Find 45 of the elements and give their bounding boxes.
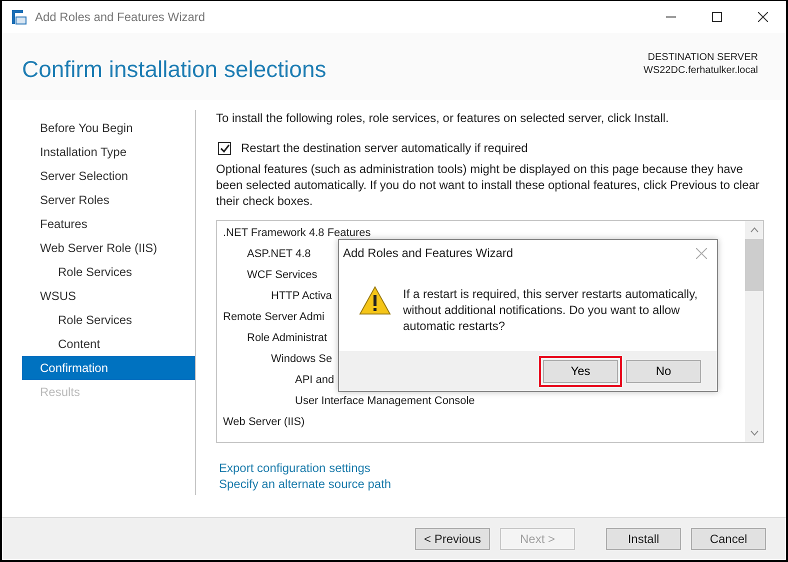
feature-item: WCF Services	[247, 268, 318, 282]
warning-icon	[359, 286, 391, 315]
page-title: Confirm installation selections	[22, 56, 326, 83]
link[interactable]: Specify an alternate source path	[219, 476, 392, 492]
link[interactable]: Export configuration settings	[219, 460, 370, 476]
sidebar-item[interactable]: Installation Type	[22, 140, 195, 164]
sidebar-item[interactable]: Role Services	[22, 308, 195, 332]
feature-item: ASP.NET 4.8	[247, 246, 311, 262]
app-icon	[11, 9, 27, 25]
scroll-thumb[interactable]	[745, 239, 763, 291]
destination-server: WS22DC.ferhatulker.local	[644, 64, 758, 76]
sidebar-item[interactable]: Features	[22, 212, 195, 236]
feature-item: Remote Server Admi	[223, 310, 324, 324]
close-icon	[758, 12, 768, 22]
intro-text: To install the following roles, role services, or features on selected server, click Install.	[216, 110, 670, 126]
feature-item: API and	[295, 372, 334, 388]
feature-item: .NET Framework 4.8 Features	[223, 226, 371, 240]
dialog-message: If a restart is required, this server restarts automatically, without additional notifications. Do you want to allow automatic restarts?	[403, 286, 699, 334]
feature-item: Web Server (IIS)	[223, 414, 305, 430]
sidebar-item[interactable]: Server Roles	[22, 188, 195, 212]
maximize-icon	[712, 12, 722, 22]
sidebar-item[interactable]: Confirmation	[22, 356, 195, 380]
wizard-button[interactable]: < Previous	[415, 528, 490, 550]
dialog-title: Add Roles and Features Wizard	[343, 246, 514, 260]
checkbox-label: Restart the destination server automatically if required	[241, 141, 528, 155]
close-icon[interactable]	[696, 248, 707, 258]
destination-label: DESTINATION SERVER	[648, 50, 758, 64]
sidebar-item[interactable]: Content	[22, 332, 195, 356]
feature-item: User Interface Management Console	[295, 394, 475, 408]
feature-item: Role Administrat	[247, 330, 328, 346]
dialog-button[interactable]: No	[626, 360, 701, 382]
dialog-button[interactable]: Yes	[543, 360, 618, 382]
sidebar-item[interactable]: Web Server Role (IIS)	[22, 236, 195, 260]
sidebar-item[interactable]: Before You Begin	[22, 116, 195, 140]
wizard-button[interactable]: Install	[606, 528, 681, 550]
wizard-button[interactable]: Cancel	[691, 528, 766, 550]
sidebar-item[interactable]: Role Services	[22, 260, 195, 284]
sidebar-item[interactable]: WSUS	[22, 284, 195, 308]
scrollbar[interactable]	[745, 221, 763, 442]
sidebar-item[interactable]: Server Selection	[22, 164, 195, 188]
restart-checkbox[interactable]	[218, 142, 231, 154]
note-text: Optional features (such as administration tools) might be displayed on this page because they have been selected automatically. If you do not want to install these optional features, click Previous to clear their check boxes.	[216, 161, 760, 209]
feature-item: HTTP Activa	[271, 288, 332, 304]
window-title: Add Roles and Features Wizard	[35, 10, 206, 24]
feature-item: Windows Se	[271, 352, 332, 366]
